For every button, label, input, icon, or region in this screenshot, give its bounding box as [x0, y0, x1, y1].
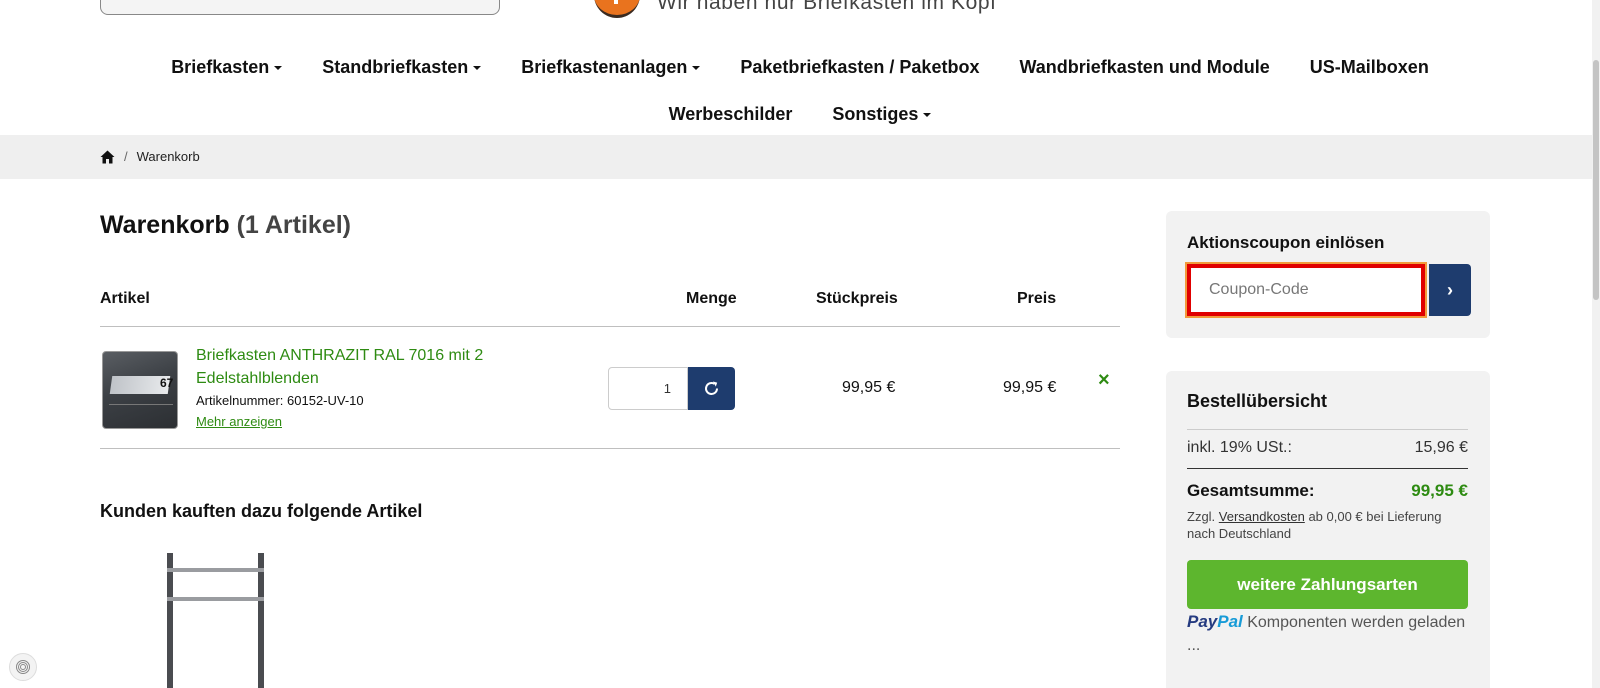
unit-price-value: 99,95 €	[842, 379, 896, 396]
nav-item-label: US-Mailboxen	[1309, 57, 1429, 77]
nav-item-briefkastenanlagen[interactable]: Briefkastenanlagen	[521, 57, 701, 78]
column-header-unit-price: Stückpreis	[816, 290, 898, 307]
nav-row-primary: Briefkasten Standbriefkasten Briefkastenan…	[0, 44, 1600, 91]
total-value: 99,95 €	[1411, 481, 1468, 500]
nav-item-label: Paketbriefkasten / Paketbox	[740, 57, 980, 77]
nav-item-wandbriefkasten-und-module[interactable]: Wandbriefkasten und Module	[1019, 57, 1269, 78]
other-payment-methods-button[interactable]: weitere Zahlungsarten	[1187, 560, 1468, 609]
fingerprint-icon	[16, 660, 30, 674]
logo-icon[interactable]	[594, 0, 640, 18]
cross-sell-title: Kunden kauften dazu folgende Artikel	[100, 501, 423, 521]
cart-icon[interactable]	[1470, 0, 1492, 8]
nav-item-standbriefkasten[interactable]: Standbriefkasten	[322, 57, 482, 78]
header-search-field[interactable]	[100, 0, 500, 15]
paypal-logo: PayPal	[1187, 612, 1243, 631]
thumbnail-house-number: 67	[160, 376, 174, 390]
caret-down-icon	[473, 65, 482, 70]
nav-item-label: Briefkasten	[171, 57, 270, 77]
home-icon[interactable]	[100, 150, 115, 164]
nav-item-sonstiges[interactable]: Sonstiges	[832, 104, 932, 125]
quantity-input[interactable]	[608, 367, 688, 410]
nav-item-werbeschilder[interactable]: Werbeschilder	[669, 104, 793, 125]
update-quantity-button[interactable]	[688, 367, 735, 410]
page-title-text: Warenkorb	[100, 211, 230, 239]
scrollbar-thumb[interactable]	[1593, 60, 1599, 300]
remove-item-button[interactable]: ×	[1098, 369, 1110, 392]
tax-value: 15,96 €	[1414, 439, 1468, 456]
column-header-quantity: Menge	[686, 290, 737, 307]
nav-item-label: Werbeschilder	[668, 104, 793, 124]
nav-item-us-mailboxen[interactable]: US-Mailboxen	[1310, 57, 1429, 78]
cross-sell-product-image[interactable]	[165, 553, 266, 688]
tax-row: inkl. 19% USt.: 15,96 €	[1187, 429, 1468, 457]
product-sku: Artikelnummer: 60152-UV-10	[196, 393, 364, 408]
paypal-loading-note: PayPal Komponenten werden geladen ...	[1187, 610, 1468, 657]
nav-item-label: Standbriefkasten	[322, 57, 469, 77]
privacy-settings-button[interactable]	[9, 653, 37, 681]
header-actions	[1390, 0, 1492, 8]
column-header-article: Artikel	[100, 290, 150, 307]
main-navigation: Briefkasten Standbriefkasten Briefkastenan…	[0, 44, 1600, 138]
shipping-note: Zzgl. Versandkosten ab 0,00 € bei Liefer…	[1187, 508, 1472, 542]
nav-item-briefkasten[interactable]: Briefkasten	[171, 57, 283, 78]
summary-title: Bestellübersicht	[1187, 391, 1328, 411]
header-slogan: Wir haben nur Briefkästen im Kopf	[657, 0, 997, 14]
page-title: Warenkorb (1 Artikel)	[100, 211, 351, 240]
coupon-panel: Aktionscoupon einlösen ›	[1166, 211, 1490, 338]
breadcrumb-separator: /	[124, 149, 128, 164]
user-icon[interactable]	[1390, 0, 1412, 8]
cart-item-row: 67 Briefkasten ANTHRAZIT RAL 7016 mit 2 …	[100, 327, 1120, 449]
cart-table-header: Artikel Menge Stückpreis Preis	[100, 290, 1120, 327]
nav-item-label: Sonstiges	[832, 104, 919, 124]
wishlist-icon[interactable]	[1430, 0, 1452, 8]
breadcrumb-current: Warenkorb	[136, 149, 200, 164]
paypal-logo-part-1: Pay	[1187, 612, 1218, 631]
caret-down-icon	[923, 112, 932, 117]
shipping-prefix: Zzgl.	[1187, 509, 1216, 524]
page-scrollbar[interactable]	[1592, 0, 1600, 688]
line-price-value: 99,95 €	[1003, 379, 1057, 396]
show-more-link[interactable]: Mehr anzeigen	[196, 414, 282, 429]
nav-item-label: Wandbriefkasten und Module	[1019, 57, 1270, 77]
nav-item-label: Briefkastenanlagen	[521, 57, 688, 77]
refresh-icon	[705, 381, 718, 395]
order-summary-panel: Bestellübersicht inkl. 19% USt.: 15,96 €…	[1166, 371, 1490, 688]
coupon-title: Aktionscoupon einlösen	[1187, 233, 1385, 252]
paypal-logo-part-2: Pal	[1217, 612, 1243, 631]
column-header-price: Preis	[1017, 290, 1057, 307]
cart-item-count: (1 Artikel)	[236, 211, 351, 239]
product-name-link[interactable]: Briefkasten ANTHRAZIT RAL 7016 mit 2 Ede…	[196, 344, 516, 390]
coupon-submit-button[interactable]: ›	[1429, 264, 1471, 316]
thumbnail-slot	[109, 404, 173, 405]
tax-label: inkl. 19% USt.:	[1187, 439, 1292, 456]
caret-down-icon	[274, 65, 283, 70]
total-label: Gesamtsumme:	[1187, 481, 1315, 500]
nav-row-secondary: Werbeschilder Sonstiges	[0, 91, 1600, 138]
nav-item-paketbriefkasten-paketbox[interactable]: Paketbriefkasten / Paketbox	[740, 57, 979, 78]
caret-down-icon	[692, 65, 701, 70]
coupon-code-input[interactable]	[1185, 262, 1427, 318]
breadcrumb: / Warenkorb	[100, 149, 200, 164]
shipping-costs-link[interactable]: Versandkosten	[1219, 509, 1305, 524]
breadcrumb-bar: / Warenkorb	[0, 135, 1592, 179]
product-thumbnail[interactable]: 67	[102, 351, 178, 429]
total-row: Gesamtsumme: 99,95 €	[1187, 468, 1468, 501]
